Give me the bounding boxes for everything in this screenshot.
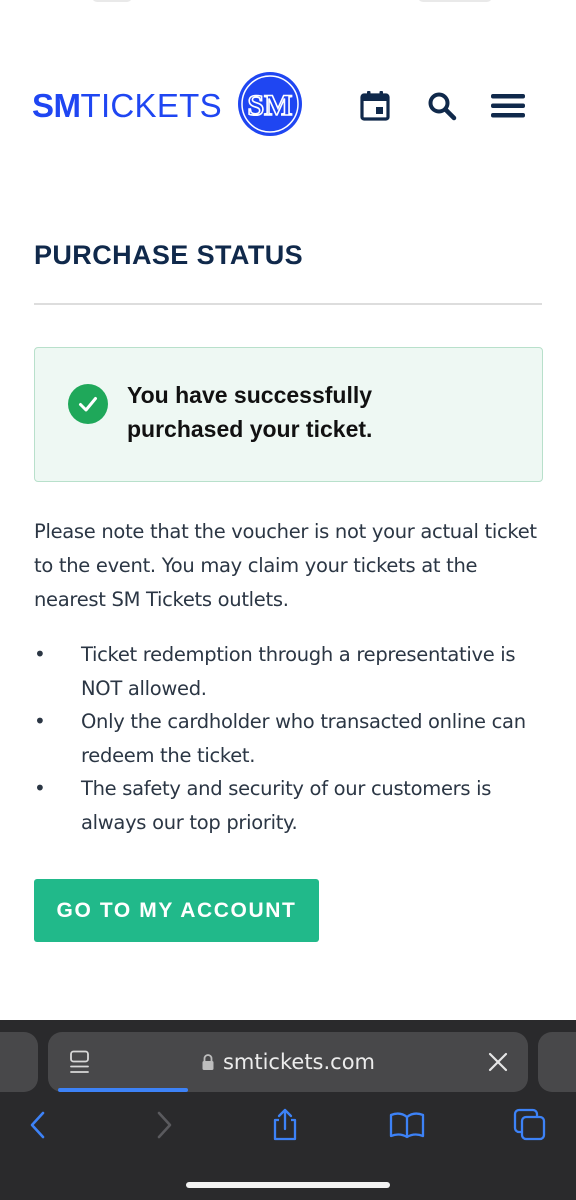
site-header: SMTICKETS SM (0, 70, 576, 140)
redemption-rules-list: Ticket redemption through a representati… (34, 638, 554, 839)
tabs-icon[interactable] (510, 1105, 550, 1145)
status-bar (0, 0, 576, 20)
search-icon[interactable] (424, 88, 460, 124)
url-display[interactable]: smtickets.com (48, 1032, 528, 1092)
check-circle-icon (68, 384, 108, 424)
brand-thin: TICKETS (80, 87, 222, 124)
site-logo-wordmark[interactable]: SMTICKETS (32, 87, 222, 125)
page-title: PURCHASE STATUS (34, 240, 304, 270)
lock-icon (202, 1054, 214, 1070)
menu-icon[interactable] (490, 88, 526, 124)
success-message-line: purchased your ticket. (127, 416, 373, 442)
list-item: The safety and security of our customers… (34, 772, 554, 839)
previous-tab-stub[interactable] (0, 1032, 38, 1092)
page-load-progress (58, 1088, 188, 1092)
calendar-icon[interactable] (357, 88, 393, 124)
home-indicator (186, 1182, 390, 1188)
back-icon[interactable] (18, 1105, 58, 1145)
forward-icon[interactable] (144, 1105, 184, 1145)
address-bar[interactable]: smtickets.com (48, 1032, 528, 1092)
brand-bold: SM (32, 87, 81, 124)
success-message-line: You have successfully (127, 382, 373, 408)
close-icon[interactable] (488, 1052, 508, 1076)
success-message: You have successfully purchased your tic… (127, 378, 527, 446)
voucher-note: Please note that the voucher is not your… (34, 520, 537, 611)
next-tab-stub[interactable] (538, 1032, 576, 1092)
title-divider (34, 303, 542, 305)
url-text: smtickets.com (222, 1050, 376, 1074)
sm-logo-icon[interactable]: SM (238, 72, 302, 136)
status-bar-fragment (92, 0, 132, 2)
share-icon[interactable] (265, 1105, 305, 1145)
go-to-my-account-button[interactable]: GO TO MY ACCOUNT (34, 879, 319, 942)
success-alert: You have successfully purchased your tic… (34, 347, 543, 482)
bookmarks-icon[interactable] (387, 1105, 427, 1145)
list-item: Ticket redemption through a representati… (34, 638, 554, 705)
logo-letters: SM (248, 89, 293, 122)
list-item: Only the cardholder who transacted onlin… (34, 705, 554, 772)
status-bar-fragment (418, 0, 492, 2)
sm-logo-mark: SM (241, 75, 299, 133)
